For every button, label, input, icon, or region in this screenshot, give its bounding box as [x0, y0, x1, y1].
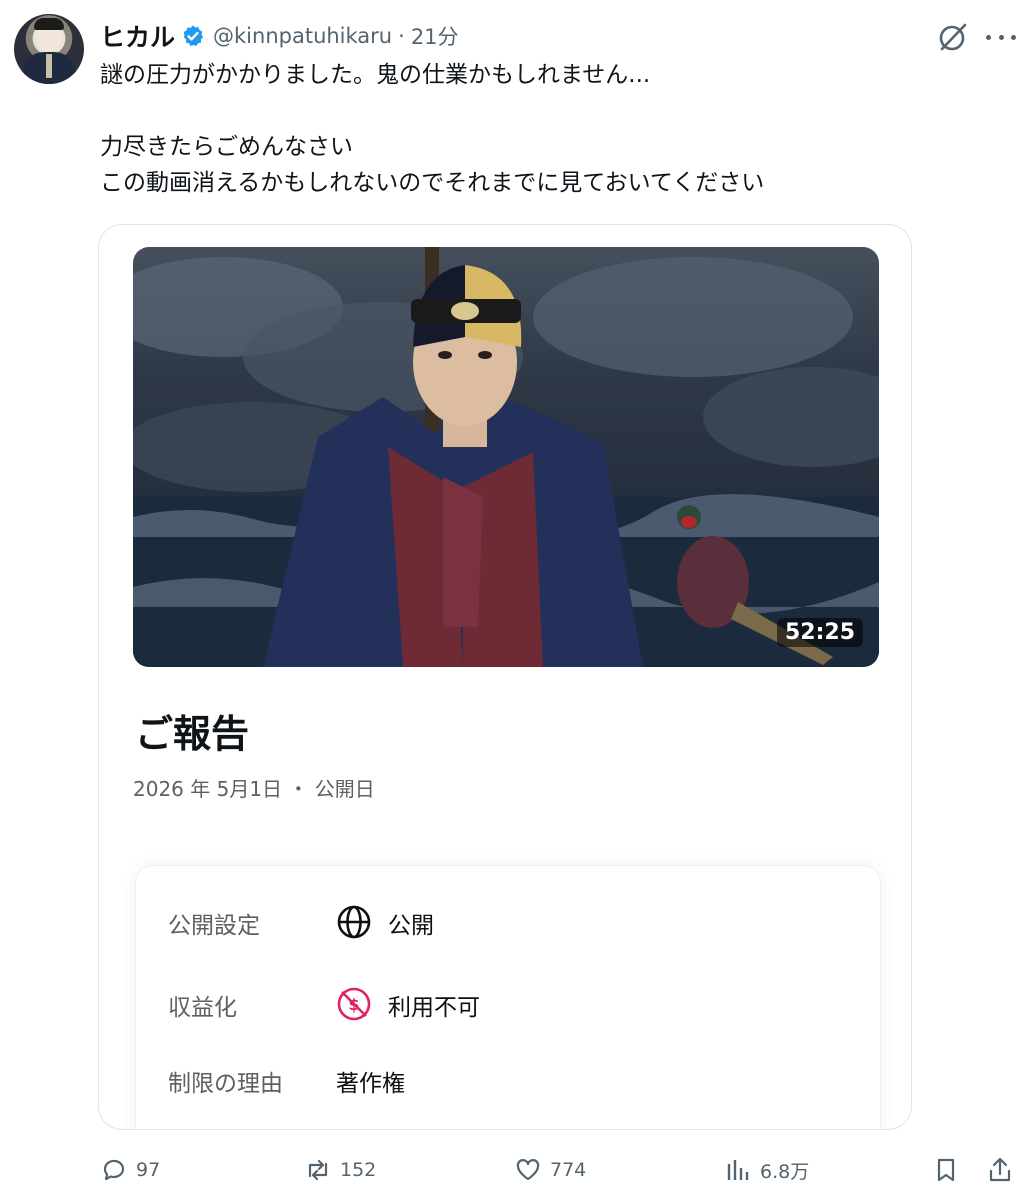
video-title: ご報告	[135, 712, 250, 756]
verified-badge-icon	[183, 25, 204, 46]
view-count: 6.8万	[760, 1160, 810, 1183]
visibility-value: 公開	[388, 913, 434, 939]
grok-icon[interactable]	[936, 20, 970, 54]
avatar-tie	[46, 54, 52, 78]
media-card[interactable]: 52:25 ご報告 2026 年 5月1日 ・ 公開日 公開設定 公開 収益化 …	[98, 224, 912, 1130]
share-button[interactable]	[986, 1150, 1022, 1190]
restriction-reason-value: 著作権	[336, 1071, 405, 1097]
like-button[interactable]: 774	[514, 1150, 586, 1190]
post-text-line-3: この動画消えるかもしれないのでそれまでに見ておいてください	[100, 170, 765, 196]
reply-button[interactable]: 97	[100, 1150, 160, 1190]
author-handle[interactable]: @kinnpatuhikaru	[213, 24, 392, 48]
video-duration: 52:25	[776, 618, 863, 647]
more-options-icon[interactable]	[986, 24, 1016, 50]
post-text-line-2: 力尽きたらごめんなさい	[100, 134, 353, 160]
video-thumbnail[interactable]: 52:25	[133, 247, 879, 667]
avatar-hair	[34, 18, 64, 30]
views-button[interactable]: 6.8万	[724, 1150, 809, 1190]
monetization-value: 利用不可	[388, 995, 480, 1021]
bookmark-button[interactable]	[932, 1150, 968, 1190]
analytics-icon	[727, 1160, 749, 1180]
repost-button[interactable]: 152	[304, 1150, 376, 1190]
thumbnail-scene	[133, 247, 879, 667]
header-separator: ·	[398, 24, 405, 48]
no-monetization-icon: $	[337, 987, 371, 1021]
repost-icon	[308, 1159, 328, 1181]
reply-icon	[103, 1159, 125, 1181]
restriction-reason-label: 制限の理由	[168, 1071, 283, 1097]
reply-count: 97	[136, 1159, 161, 1181]
monetization-label: 収益化	[168, 995, 237, 1021]
post-time[interactable]: 21分	[411, 21, 459, 51]
author-avatar[interactable]	[14, 14, 84, 84]
visibility-label: 公開設定	[168, 913, 260, 939]
post-actions: 97 152 774 6.8万	[0, 1150, 1029, 1190]
globe-icon	[337, 905, 371, 939]
bookmark-icon	[937, 1158, 955, 1182]
post-text-line-1: 謎の圧力がかかりました。鬼の仕業かもしれません...	[100, 62, 651, 88]
author-name[interactable]: ヒカル	[100, 18, 175, 54]
video-details-panel: 公開設定 公開 収益化 $ 利用不可 制限の理由 著作権	[135, 865, 881, 1129]
repost-count: 152	[340, 1159, 377, 1181]
video-date: 2026 年 5月1日 ・ 公開日	[133, 777, 375, 801]
heart-icon	[516, 1159, 540, 1181]
post-header: ヒカル @kinnpatuhikaru · 21分	[100, 18, 459, 54]
share-icon	[989, 1157, 1011, 1182]
like-count: 774	[550, 1159, 587, 1181]
